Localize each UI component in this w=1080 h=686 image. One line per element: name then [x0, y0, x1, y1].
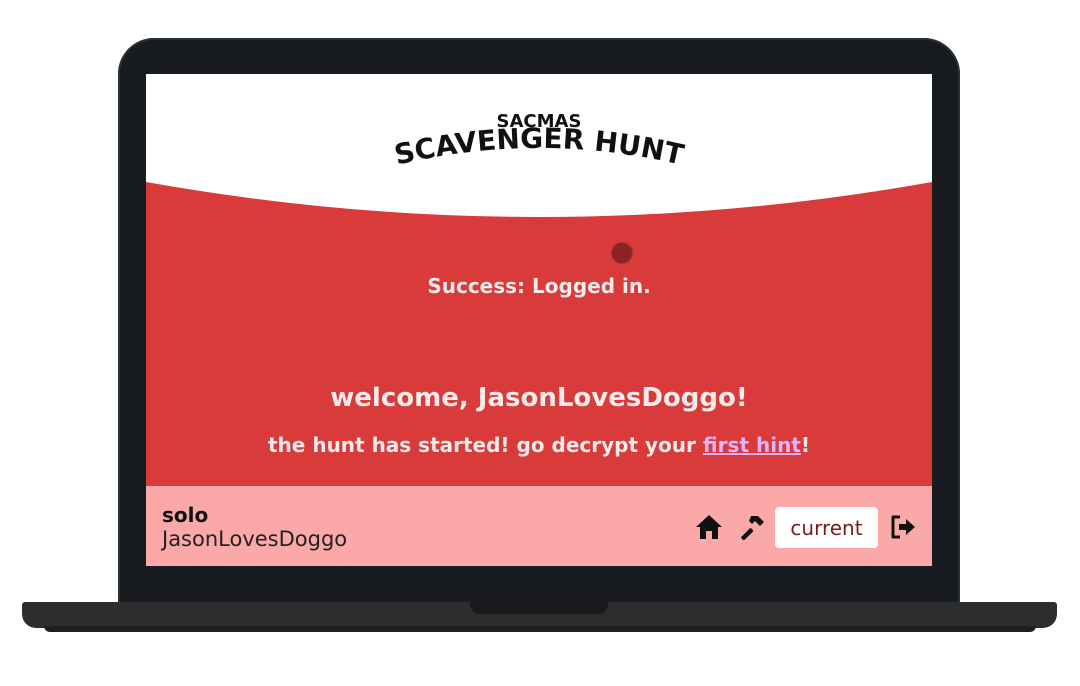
home-icon[interactable] — [694, 512, 724, 542]
first-hint-link[interactable]: first hint — [703, 433, 801, 457]
laptop-notch — [470, 602, 608, 614]
hint-suffix: ! — [800, 433, 810, 457]
hint-prefix: the hunt has started! go decrypt your — [268, 433, 703, 457]
welcome-heading: welcome, JasonLovesDoggo! — [330, 383, 748, 413]
laptop-base-shadow — [44, 626, 1036, 632]
username: JasonLovesDoggo — [162, 527, 348, 551]
toast-message: Success: Logged in. — [427, 274, 651, 298]
toast-indicator — [611, 242, 633, 264]
team-mode: solo — [162, 503, 209, 527]
hint-line: the hunt has started! go decrypt your fi… — [146, 433, 932, 457]
current-hint-button[interactable]: current — [775, 507, 878, 548]
site-logo: SACMAS SCAVENGER HUNT — [391, 111, 686, 172]
logout-icon[interactable] — [888, 512, 918, 542]
hammer-icon[interactable] — [736, 512, 766, 542]
logo-title: SCAVENGER HUNT — [391, 122, 686, 172]
footer-bar: solo JasonLovesDoggo current — [146, 486, 932, 566]
laptop-screen: SACMAS SCAVENGER HUNT Success: Logged in… — [146, 74, 932, 566]
